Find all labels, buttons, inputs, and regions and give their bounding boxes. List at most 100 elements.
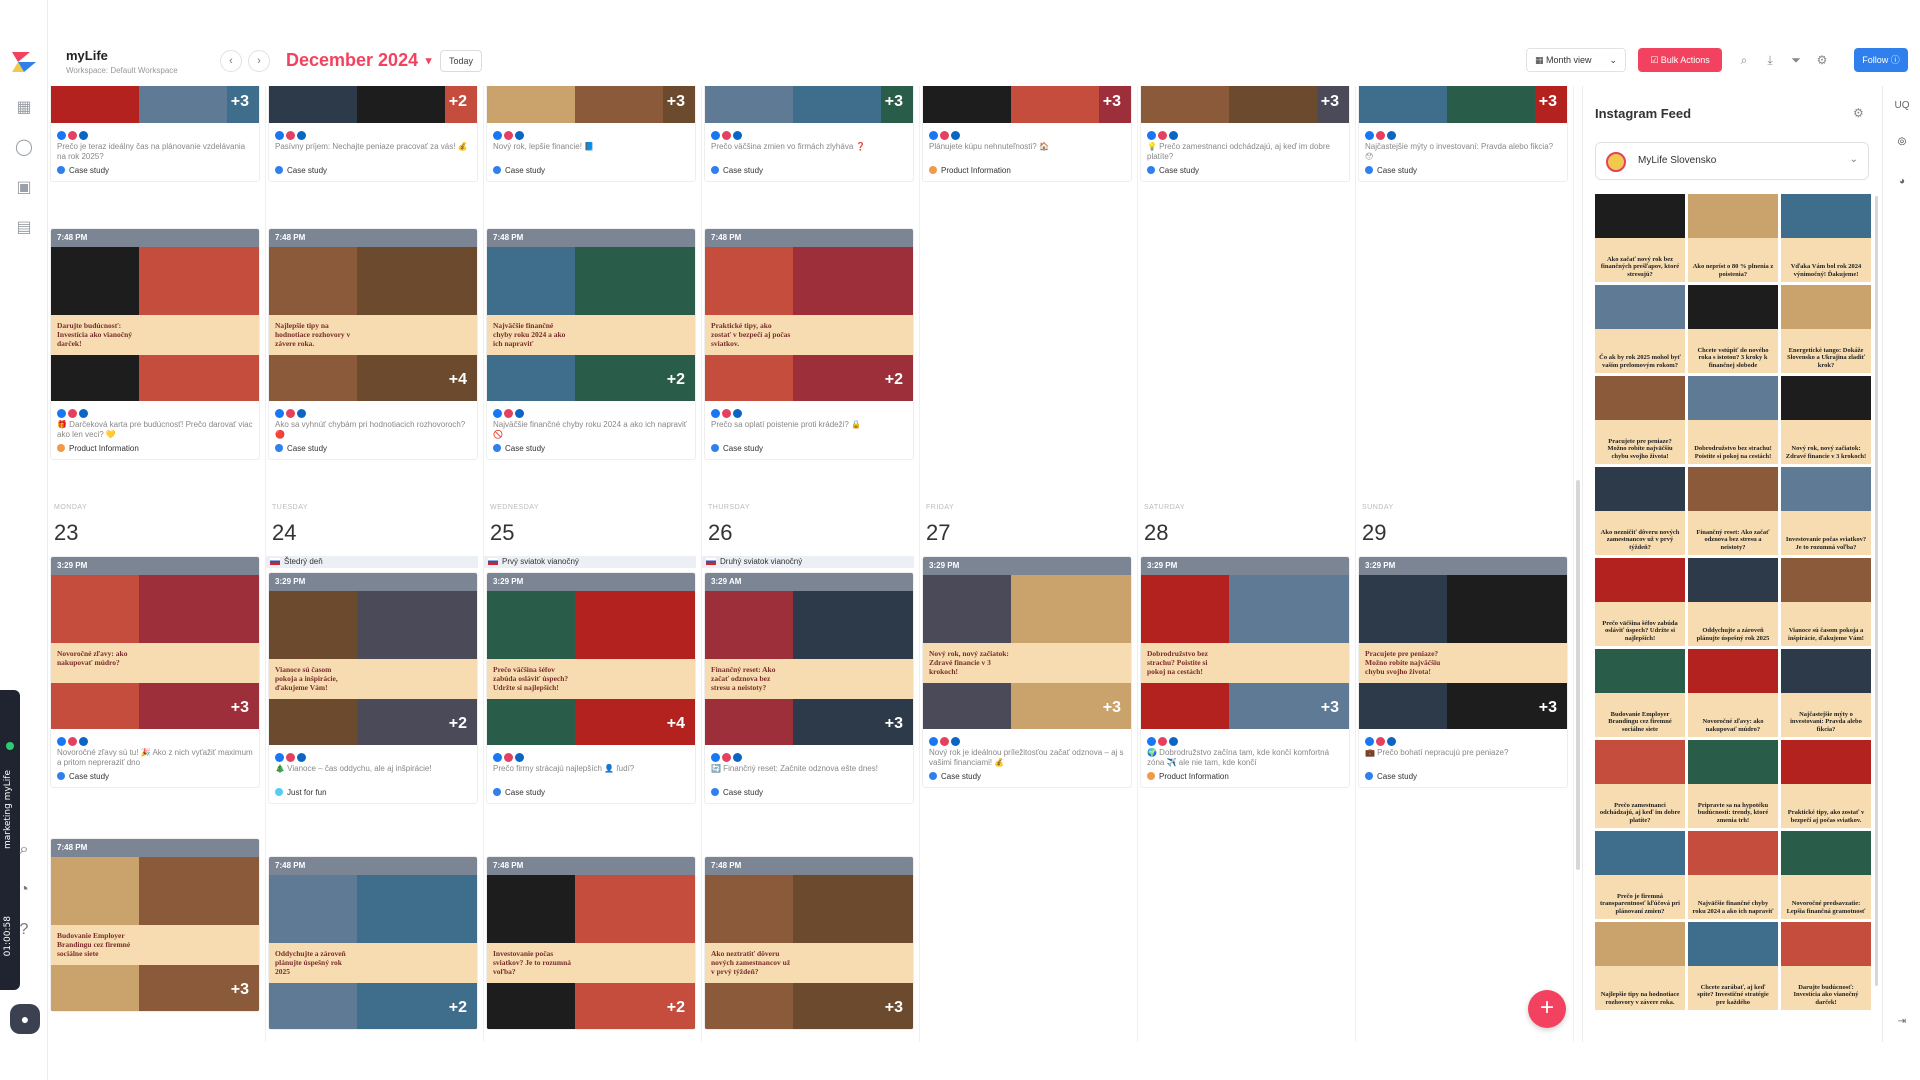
instagram-post-thumb[interactable]: Investovanie počas sviatkov? Je to rozum… — [1781, 467, 1871, 555]
post-image[interactable]: +3 — [923, 86, 1131, 123]
post-card[interactable]: 7:48 PM Najväčšie finančné chyby roku 202… — [486, 228, 696, 460]
post-card[interactable]: 7:48 PM Oddychujte a zároveň plánujte úsp… — [268, 856, 478, 1030]
post-image[interactable]: Novoročné zľavy: ako nakupovať múdro? +3 — [51, 575, 259, 729]
post-card[interactable]: +3 Prečo väčšina zmien vo firmách zlyháva… — [704, 86, 914, 182]
gear-icon[interactable]: ⚙ — [1814, 52, 1830, 68]
calendar-scrollbar[interactable] — [1576, 480, 1580, 870]
post-card[interactable]: 3:29 PM Dobrodružstvo bez strachu? Poisti… — [1140, 556, 1350, 788]
download-icon[interactable]: ⤓ — [1762, 52, 1778, 68]
instagram-post-thumb[interactable]: Praktické tipy, ako zostať v bezpečí aj … — [1781, 740, 1871, 828]
post-image[interactable]: Vianoce sú časom pokoja a inšpirácie, ďa… — [269, 591, 477, 745]
instagram-post-thumb[interactable]: Novoročné zľavy: ako nakupovať múdro? — [1688, 649, 1778, 737]
post-image[interactable]: Praktické tipy, ako zostať v bezpečí aj … — [705, 247, 913, 401]
instagram-post-thumb[interactable]: Ako nezničiť dôveru nových zamestnancov … — [1595, 467, 1685, 555]
search-icon[interactable]: ⌕ — [14, 840, 34, 860]
post-card[interactable]: +3 Najčastejšie mýty o investovaní: Pravd… — [1358, 86, 1568, 182]
add-post-button[interactable]: + — [1528, 990, 1566, 1028]
post-card[interactable]: 3:29 PM Pracujete pre peniaze? Možno robí… — [1358, 556, 1568, 788]
instagram-post-thumb[interactable]: Najlepšie tipy na hodnotiace rozhovory v… — [1595, 922, 1685, 1010]
post-image[interactable]: +3 — [1359, 86, 1567, 123]
instagram-post-thumb[interactable]: Prečo je firemná transparentnosť kľúčová… — [1595, 831, 1685, 919]
prev-month-button[interactable]: ‹ — [220, 50, 242, 72]
filter-icon[interactable]: ⏷ — [1788, 52, 1804, 68]
post-image[interactable]: Darujte budúcnosť: Investícia ako vianoč… — [51, 247, 259, 401]
post-image[interactable]: +3 — [487, 86, 695, 123]
instagram-post-thumb[interactable]: Budovanie Employer Brandingu cez firemné… — [1595, 649, 1685, 737]
document-icon[interactable]: ▤ — [14, 218, 34, 238]
search-icon[interactable]: ⌕ — [1736, 52, 1752, 68]
post-card[interactable]: 3:29 PM Nový rok, nový začiatok: Zdravé f… — [922, 556, 1132, 788]
post-card[interactable]: +3 Prečo je teraz ideálny čas na plánovan… — [50, 86, 260, 182]
post-image[interactable]: Prečo väčšina šéfov zabúda osláviť úspec… — [487, 591, 695, 745]
post-card[interactable]: 7:48 PM Budovanie Employer Brandingu cez … — [50, 838, 260, 1012]
instagram-post-thumb[interactable]: Chcete vstúpiť do nového roka s istotou?… — [1688, 285, 1778, 373]
panel-settings-icon[interactable]: ⚙ — [1853, 106, 1864, 120]
post-card[interactable]: 7:48 PM Praktické tipy, ako zostať v bezp… — [704, 228, 914, 460]
post-image[interactable]: Oddychujte a zároveň plánujte úspešný ro… — [269, 875, 477, 1029]
post-image[interactable]: Pracujete pre peniaze? Možno robíte najv… — [1359, 575, 1567, 729]
instagram-post-thumb[interactable]: Nový rok, nový začiatok: Zdravé financie… — [1781, 376, 1871, 464]
account-selector[interactable]: MyLife Slovensko ⌄ — [1595, 142, 1869, 180]
post-card[interactable]: 7:48 PM Ako neztratiť dôveru nových zames… — [704, 856, 914, 1030]
today-button[interactable]: Today — [440, 50, 483, 72]
post-image[interactable]: Finančný reset: Ako začať odznova bez st… — [705, 591, 913, 745]
instagram-post-thumb[interactable]: Prečo zamestnanci odchádzajú, aj keď im … — [1595, 740, 1685, 828]
collapse-icon[interactable]: ⇥ — [1883, 1016, 1920, 1027]
post-image[interactable]: +2 — [269, 86, 477, 123]
instagram-post-thumb[interactable]: Čo ak by rok 2025 mohol byť vaším prelom… — [1595, 285, 1685, 373]
instagram-post-thumb[interactable]: Najčastejšie mýty o investovaní: Pravda … — [1781, 649, 1871, 737]
support-chat-button[interactable]: ● — [10, 1004, 40, 1034]
bulk-actions-button[interactable]: ☑ Bulk Actions — [1638, 48, 1722, 72]
feed-scrollbar[interactable] — [1875, 196, 1878, 986]
instagram-post-thumb[interactable]: Pripravte sa na hypotéku budúcnosti: tre… — [1688, 740, 1778, 828]
help-icon[interactable]: ? — [14, 920, 34, 940]
view-selector[interactable]: ▦ Month view ⌄ — [1526, 48, 1626, 72]
post-image[interactable]: Najlepšie tipy na hodnotiace rozhovory v… — [269, 247, 477, 401]
uq-label[interactable]: UQ — [1883, 100, 1920, 111]
post-image[interactable]: Dobrodružstvo bez strachu? Poistite si p… — [1141, 575, 1349, 729]
instagram-post-thumb[interactable]: Prečo väčšina šéfov zabúda osláviť úspec… — [1595, 558, 1685, 646]
instagram-post-thumb[interactable]: Finančný reset: Ako začať odznova bez st… — [1688, 467, 1778, 555]
post-card[interactable]: 3:29 PM Prečo väčšina šéfov zabúda oslávi… — [486, 572, 696, 804]
post-image[interactable]: Ako neztratiť dôveru nových zamestnancov… — [705, 875, 913, 1029]
post-card[interactable]: 3:29 PM Vianoce sú časom pokoja a inšpirá… — [268, 572, 478, 804]
chart-icon[interactable]: ◕ — [1883, 176, 1920, 187]
instagram-post-thumb[interactable]: Dobrodružstvo bez strachu! Poistite si p… — [1688, 376, 1778, 464]
post-card[interactable]: 7:48 PM Najlepšie tipy na hodnotiace rozh… — [268, 228, 478, 460]
instagram-icon[interactable]: ◎ — [1883, 136, 1920, 147]
apps-icon[interactable]: ▣ — [14, 178, 34, 198]
instagram-post-thumb[interactable]: Najväčšie finančné chyby roku 2024 a ako… — [1688, 831, 1778, 919]
instagram-post-thumb[interactable]: Ako začať nový rok bez finančných prešľa… — [1595, 194, 1685, 282]
bell-icon[interactable]: ◔ — [14, 880, 34, 900]
post-image[interactable]: Investovanie počas sviatkov? Je to rozum… — [487, 875, 695, 1029]
post-image[interactable]: +3 — [705, 86, 913, 123]
mylife-logo-icon[interactable] — [10, 48, 38, 76]
post-card[interactable]: 7:48 PM Darujte budúcnosť: Investícia ako… — [50, 228, 260, 460]
post-card[interactable]: 3:29 AM Finančný reset: Ako začať odznova… — [704, 572, 914, 804]
chat-icon[interactable]: ◯ — [14, 138, 34, 158]
instagram-post-thumb[interactable]: Vianoce sú časom pokoja a inšpirácie, ďa… — [1781, 558, 1871, 646]
post-image[interactable]: Budovanie Employer Brandingu cez firemné… — [51, 857, 259, 1011]
instagram-post-thumb[interactable]: Oddychujte a zároveň plánujte úspešný ro… — [1688, 558, 1778, 646]
instagram-post-thumb[interactable]: Energetické tango: Dokáže Slovensko a Uk… — [1781, 285, 1871, 373]
post-image[interactable]: +3 — [1141, 86, 1349, 123]
post-image[interactable]: +3 — [51, 86, 259, 123]
month-selector[interactable]: December 2024 ▼ — [286, 50, 434, 71]
follow-button[interactable]: Follow ⓘ — [1854, 48, 1908, 72]
post-card[interactable]: +3 💡 Prečo zamestnanci odchádzajú, aj keď… — [1140, 86, 1350, 182]
post-card[interactable]: +3 Plánujete kúpu nehnuteľnosti? 🏠 Product… — [922, 86, 1132, 182]
post-card[interactable]: +2 Pasívny príjem: Nechajte peniaze praco… — [268, 86, 478, 182]
instagram-post-thumb[interactable]: Ako nepríst o 80 % plnenia z poistenia? — [1688, 194, 1778, 282]
post-card[interactable]: 7:48 PM Investovanie počas sviatkov? Je t… — [486, 856, 696, 1030]
instagram-post-thumb[interactable]: Darujte budúcnosť: Investícia ako vianoč… — [1781, 922, 1871, 1010]
post-card[interactable]: +3 Nový rok, lepšie financie! 📘 Case study — [486, 86, 696, 182]
instagram-post-thumb[interactable]: Pracujete pre peniaze? Možno robíte najv… — [1595, 376, 1685, 464]
instagram-post-thumb[interactable]: Chcete zarábať, aj keď spíte? Investičné… — [1688, 922, 1778, 1010]
post-card[interactable]: 3:29 PM Novoročné zľavy: ako nakupovať mú… — [50, 556, 260, 788]
post-image[interactable]: Nový rok, nový začiatok: Zdravé financie… — [923, 575, 1131, 729]
next-month-button[interactable]: › — [248, 50, 270, 72]
instagram-post-thumb[interactable]: Vďaka Vám bol rok 2024 výnimočný! Ďakuje… — [1781, 194, 1871, 282]
grid-icon[interactable]: ▦ — [14, 98, 34, 118]
post-image[interactable]: Najväčšie finančné chyby roku 2024 a ako… — [487, 247, 695, 401]
instagram-post-thumb[interactable]: Novoročné predsavzatie: Lepšia finančná … — [1781, 831, 1871, 919]
